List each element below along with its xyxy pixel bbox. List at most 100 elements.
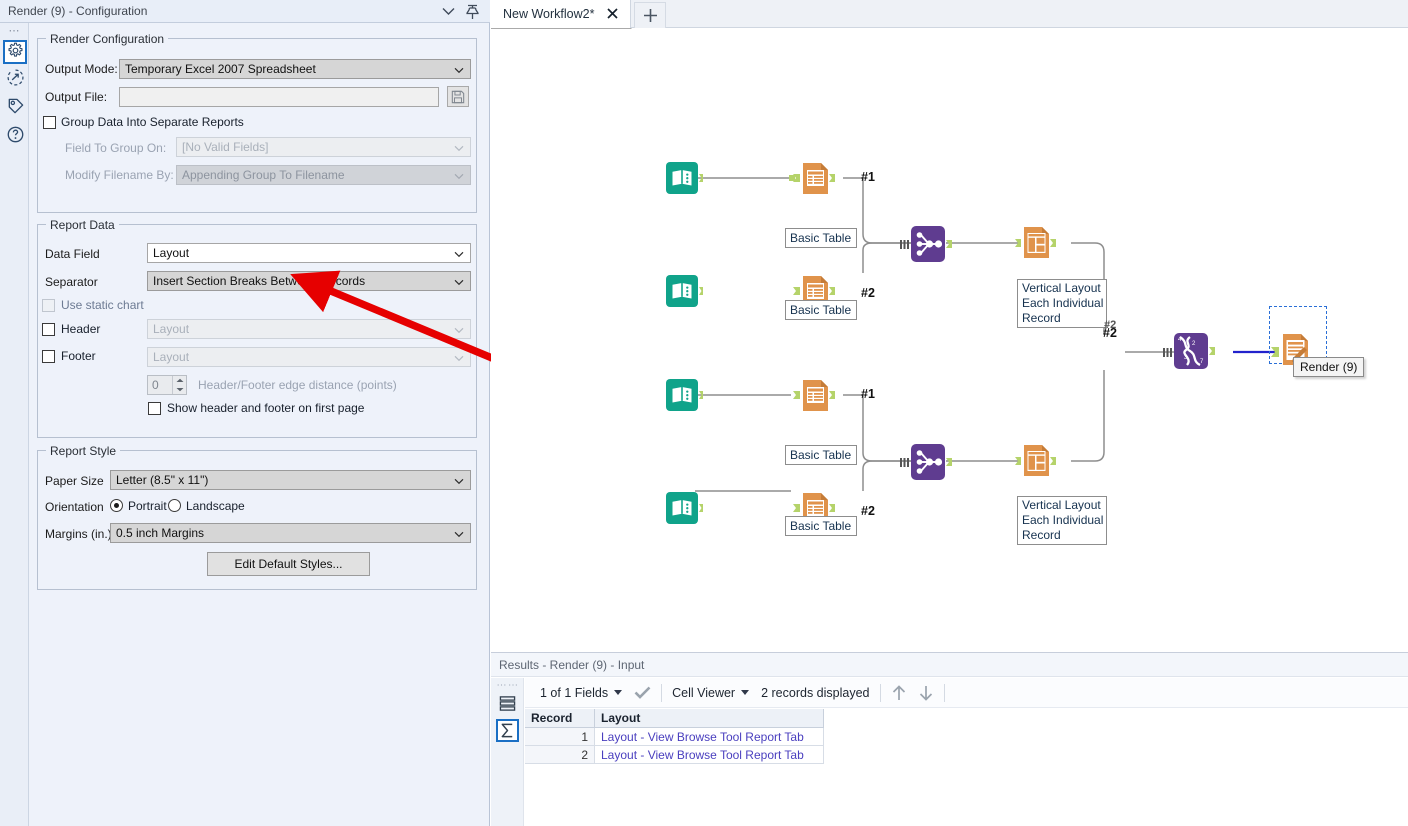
results-rail-dots: ⋯⋯ bbox=[496, 682, 520, 690]
node-label-basic-table: Basic Table bbox=[785, 516, 857, 536]
cell-viewer-label: Cell Viewer bbox=[672, 686, 735, 700]
config-titlebar: Render (9) - Configuration bbox=[0, 0, 490, 23]
browse-book-icon[interactable] bbox=[663, 375, 703, 415]
workflow-tabbar: New Workflow2* bbox=[491, 0, 1408, 28]
group-data-checkbox[interactable] bbox=[43, 116, 56, 129]
modify-filename-select[interactable]: Appending Group To Filename bbox=[176, 165, 471, 185]
chevron-down-icon bbox=[741, 690, 749, 695]
render-tooltip: Render (9) bbox=[1293, 357, 1364, 377]
port-label-top-1: #1 bbox=[861, 170, 875, 184]
column-header-layout[interactable]: Layout bbox=[595, 709, 824, 727]
use-static-chart-checkbox[interactable] bbox=[42, 299, 55, 312]
table-row[interactable]: 1 Layout - View Browse Tool Report Tab bbox=[525, 728, 824, 746]
chevron-down-icon bbox=[454, 244, 464, 264]
paper-size-value: Letter (8.5" x 11") bbox=[116, 473, 208, 487]
use-static-chart-label: Use static chart bbox=[61, 298, 144, 313]
join-multiple-icon[interactable] bbox=[899, 441, 955, 481]
chevron-down-icon bbox=[454, 272, 464, 292]
edge-distance-stepper[interactable]: 0 bbox=[147, 375, 187, 395]
modify-filename-label: Modify Filename By: bbox=[65, 168, 174, 183]
column-header-record[interactable]: Record bbox=[525, 709, 595, 727]
fields-label: 1 of 1 Fields bbox=[540, 686, 608, 700]
header-checkbox[interactable] bbox=[42, 323, 55, 336]
question-circle-icon bbox=[6, 125, 25, 147]
save-disk-icon[interactable] bbox=[447, 86, 469, 107]
browse-book-icon[interactable] bbox=[663, 488, 703, 528]
cell-record: 1 bbox=[525, 728, 595, 746]
gear-icon bbox=[7, 42, 24, 62]
sidebar-item-annotation[interactable] bbox=[4, 97, 26, 119]
show-header-footer-first-page-checkbox[interactable] bbox=[148, 402, 161, 415]
footer-value: Layout bbox=[153, 350, 189, 364]
basic-table-icon[interactable] bbox=[787, 375, 827, 415]
orientation-label: Orientation bbox=[45, 500, 104, 515]
output-mode-select[interactable]: Temporary Excel 2007 Spreadsheet bbox=[119, 59, 471, 79]
fields-selector[interactable]: 1 of 1 Fields bbox=[540, 686, 622, 700]
plus-icon[interactable] bbox=[634, 2, 666, 28]
cell-viewer-selector[interactable]: Cell Viewer bbox=[672, 686, 749, 700]
basic-table-icon[interactable] bbox=[787, 158, 827, 198]
show-header-footer-first-page-label: Show header and footer on first page bbox=[167, 401, 364, 416]
orientation-portrait-label: Portrait bbox=[128, 499, 167, 514]
circle-arrow-icon bbox=[6, 68, 25, 90]
layout-icon[interactable] bbox=[1015, 224, 1071, 264]
group-title-render-configuration: Render Configuration bbox=[46, 32, 168, 46]
output-file-input[interactable] bbox=[119, 87, 439, 107]
browse-book-icon[interactable] bbox=[663, 158, 703, 198]
radio-dot bbox=[114, 503, 119, 508]
cell-layout[interactable]: Layout - View Browse Tool Report Tab bbox=[595, 728, 824, 746]
arrow-up-icon[interactable] bbox=[891, 684, 907, 702]
node-label-vertical-layout: Vertical Layout Each Individual Record bbox=[1017, 496, 1107, 545]
cell-record: 2 bbox=[525, 746, 595, 764]
sidebar-item-output[interactable] bbox=[4, 68, 26, 90]
tag-icon bbox=[6, 97, 25, 119]
paper-size-label: Paper Size bbox=[45, 474, 104, 489]
tab-new-workflow2[interactable]: New Workflow2* bbox=[491, 0, 631, 28]
toolbar-divider bbox=[661, 684, 662, 702]
paper-size-select[interactable]: Letter (8.5" x 11") bbox=[110, 470, 471, 490]
footer-checkbox[interactable] bbox=[42, 350, 55, 363]
edge-distance-label: Header/Footer edge distance (points) bbox=[198, 378, 397, 393]
config-panel-title: Render (9) - Configuration bbox=[8, 4, 147, 18]
arrow-down-icon[interactable] bbox=[918, 684, 934, 702]
header-label: Header bbox=[61, 322, 100, 337]
layout-icon[interactable] bbox=[1015, 442, 1071, 482]
workflow-canvas[interactable]: Basic Table #1 bbox=[491, 28, 1408, 652]
edit-default-styles-button[interactable]: Edit Default Styles... bbox=[207, 552, 370, 576]
cell-layout[interactable]: Layout - View Browse Tool Report Tab bbox=[595, 746, 824, 764]
union-dna-icon[interactable]: 4237 bbox=[1163, 332, 1219, 372]
margins-value: 0.5 inch Margins bbox=[116, 526, 204, 540]
table-row[interactable]: 2 Layout - View Browse Tool Report Tab bbox=[525, 746, 824, 764]
header-select[interactable]: Layout bbox=[147, 319, 471, 339]
orientation-landscape-radio[interactable] bbox=[168, 499, 181, 512]
footer-select[interactable]: Layout bbox=[147, 347, 471, 367]
sidebar-item-configuration[interactable] bbox=[3, 40, 27, 64]
field-to-group-value: [No Valid Fields] bbox=[182, 140, 268, 154]
port-label-bottom-1: #1 bbox=[861, 387, 875, 401]
chevron-down-icon[interactable] bbox=[438, 2, 458, 21]
field-to-group-select[interactable]: [No Valid Fields] bbox=[176, 137, 471, 157]
field-to-group-label: Field To Group On: bbox=[65, 141, 166, 156]
margins-select[interactable]: 0.5 inch Margins bbox=[110, 523, 471, 543]
chevron-down-icon bbox=[454, 320, 464, 340]
sidebar-item-help[interactable] bbox=[4, 125, 26, 147]
results-title-text: Results - Render (9) - Input bbox=[499, 658, 644, 672]
port-label-mid-2: #2 bbox=[1103, 326, 1117, 340]
stepper-arrows-icon bbox=[172, 376, 186, 394]
separator-select[interactable]: Insert Section Breaks Between Records bbox=[147, 271, 471, 291]
check-icon[interactable] bbox=[634, 686, 651, 699]
chevron-down-icon bbox=[454, 471, 464, 491]
modify-filename-value: Appending Group To Filename bbox=[182, 168, 345, 182]
close-icon[interactable] bbox=[604, 5, 620, 21]
data-field-label: Data Field bbox=[45, 247, 100, 262]
sigma-icon[interactable] bbox=[496, 719, 519, 742]
orientation-portrait-radio[interactable] bbox=[110, 499, 123, 512]
node-label-basic-table: Basic Table bbox=[785, 300, 857, 320]
browse-book-icon[interactable] bbox=[663, 271, 703, 311]
grid-header-row: Record Layout bbox=[525, 709, 824, 728]
list-rows-icon[interactable] bbox=[496, 692, 519, 715]
pin-icon[interactable] bbox=[462, 2, 482, 21]
chevron-down-icon bbox=[454, 60, 464, 80]
join-multiple-icon[interactable] bbox=[899, 223, 955, 263]
data-field-select[interactable]: Layout bbox=[147, 243, 471, 263]
